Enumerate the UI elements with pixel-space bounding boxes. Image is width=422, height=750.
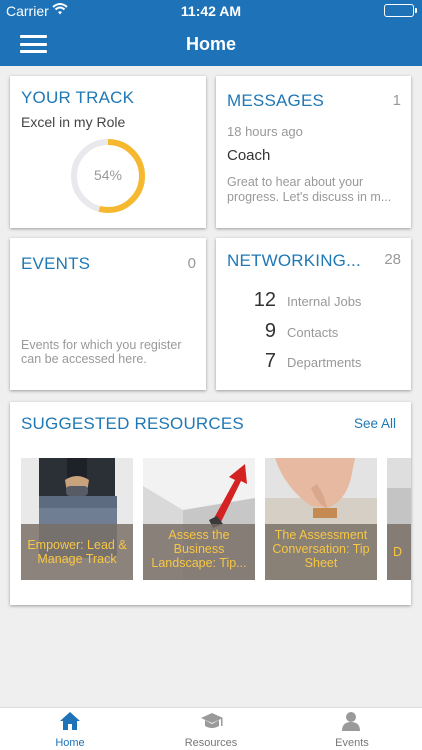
home-icon <box>60 712 80 730</box>
battery-icon <box>384 4 417 17</box>
tab-label: Home <box>55 737 85 749</box>
tab-home[interactable]: Home <box>0 708 140 750</box>
networking-label: Departments <box>287 355 362 370</box>
resource-title: Empower: Lead & Manage Track <box>21 524 133 580</box>
graduation-cap-icon <box>201 713 223 728</box>
track-subtitle: Excel in my Role <box>21 114 126 130</box>
track-title: YOUR TRACK <box>21 88 135 107</box>
your-track-card[interactable]: YOUR TRACK Excel in my Role 54% <box>10 76 206 228</box>
tab-label: Events <box>335 737 369 749</box>
networking-label: Internal Jobs <box>287 294 362 309</box>
messages-card[interactable]: MESSAGES 1 18 hours ago Coach Great to h… <box>216 76 411 228</box>
resource-tile[interactable]: Empower: Lead & Manage Track <box>21 458 133 580</box>
status-time: 11:42 AM <box>180 3 242 19</box>
message-preview: Great to hear about your progress. Let's… <box>227 175 392 204</box>
resources-title: SUGGESTED RESOURCES <box>21 414 244 433</box>
tab-events[interactable]: Events <box>282 708 422 750</box>
resource-title: The Assessment Conversation: Tip Sheet <box>265 524 377 580</box>
networking-card[interactable]: NETWORKING... 28 12 Internal Jobs 9 Cont… <box>216 238 411 390</box>
see-all-link[interactable]: See All <box>354 416 396 431</box>
networking-row-internal-jobs[interactable]: 12 Internal Jobs <box>216 289 411 313</box>
networking-label: Contacts <box>287 325 339 340</box>
status-bar: Carrier 11:42 AM <box>0 0 422 22</box>
events-title: EVENTS <box>21 254 91 273</box>
resource-tile[interactable]: The Assessment Conversation: Tip Sheet <box>265 458 377 580</box>
track-progress-label: 54% <box>93 167 123 183</box>
resource-tile[interactable]: Assess the Business Landscape: Tip... <box>143 458 255 580</box>
person-icon <box>342 712 360 731</box>
suggested-resources-card: SUGGESTED RESOURCES See All Empower: Lea… <box>10 402 411 605</box>
networking-value: 9 <box>264 320 276 342</box>
networking-title: NETWORKING... <box>227 251 361 270</box>
resource-title: D <box>387 524 411 580</box>
networking-row-departments[interactable]: 7 Departments <box>216 350 411 374</box>
message-timestamp: 18 hours ago <box>227 124 303 139</box>
messages-title: MESSAGES <box>227 91 325 110</box>
events-card[interactable]: EVENTS 0 Events for which you register c… <box>10 238 206 390</box>
networking-row-contacts[interactable]: 9 Contacts <box>216 320 411 344</box>
messages-count: 1 <box>392 92 401 109</box>
events-count: 0 <box>187 255 196 272</box>
resource-tile[interactable]: D <box>387 458 411 580</box>
tab-resources[interactable]: Resources <box>141 708 281 750</box>
networking-value: 12 <box>253 289 276 311</box>
nav-bar: Home <box>0 22 422 66</box>
events-description: Events for which you register can be acc… <box>21 338 182 366</box>
tab-bar: Home Resources Events <box>0 707 422 750</box>
resource-title: Assess the Business Landscape: Tip... <box>143 524 255 580</box>
page-title: Home <box>185 34 236 54</box>
message-sender: Coach <box>227 147 271 164</box>
networking-count: 28 <box>384 251 401 268</box>
tab-label: Resources <box>184 737 238 749</box>
networking-value: 7 <box>264 350 276 372</box>
